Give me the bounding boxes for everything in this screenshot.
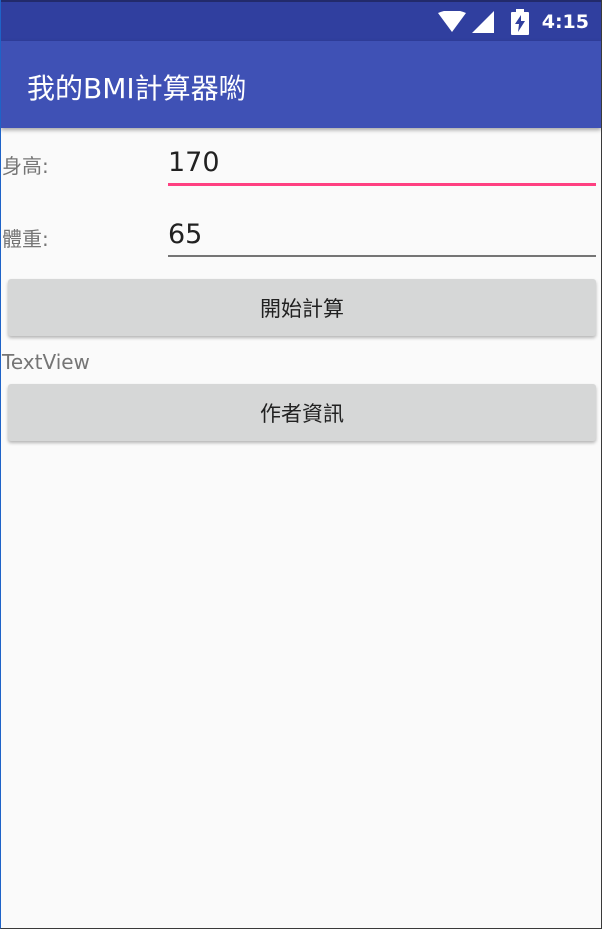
status-bar: 4:15 bbox=[1, 0, 601, 41]
author-info-button[interactable]: 作者資訊 bbox=[8, 384, 596, 441]
weight-input[interactable] bbox=[168, 213, 596, 257]
cellular-signal-icon bbox=[471, 11, 494, 33]
main-content: 身高: 體重: 開始計算 TextView 作者資訊 bbox=[1, 128, 601, 928]
status-time: 4:15 bbox=[541, 11, 589, 33]
app-title: 我的BMI計算器喲 bbox=[27, 72, 247, 105]
result-text: TextView bbox=[2, 350, 90, 374]
height-input[interactable] bbox=[168, 142, 596, 186]
app-bar: 我的BMI計算器喲 bbox=[1, 41, 601, 128]
battery-charging-icon bbox=[510, 9, 529, 35]
weight-label: 體重: bbox=[2, 227, 49, 251]
calculate-button[interactable]: 開始計算 bbox=[8, 279, 596, 336]
wifi-icon bbox=[437, 11, 466, 32]
phone-screen: 4:15 我的BMI計算器喲 身高: 體重: 開始計算 TextView 作者資… bbox=[0, 0, 602, 929]
height-label: 身高: bbox=[2, 154, 49, 178]
status-icons: 4:15 bbox=[437, 9, 589, 35]
